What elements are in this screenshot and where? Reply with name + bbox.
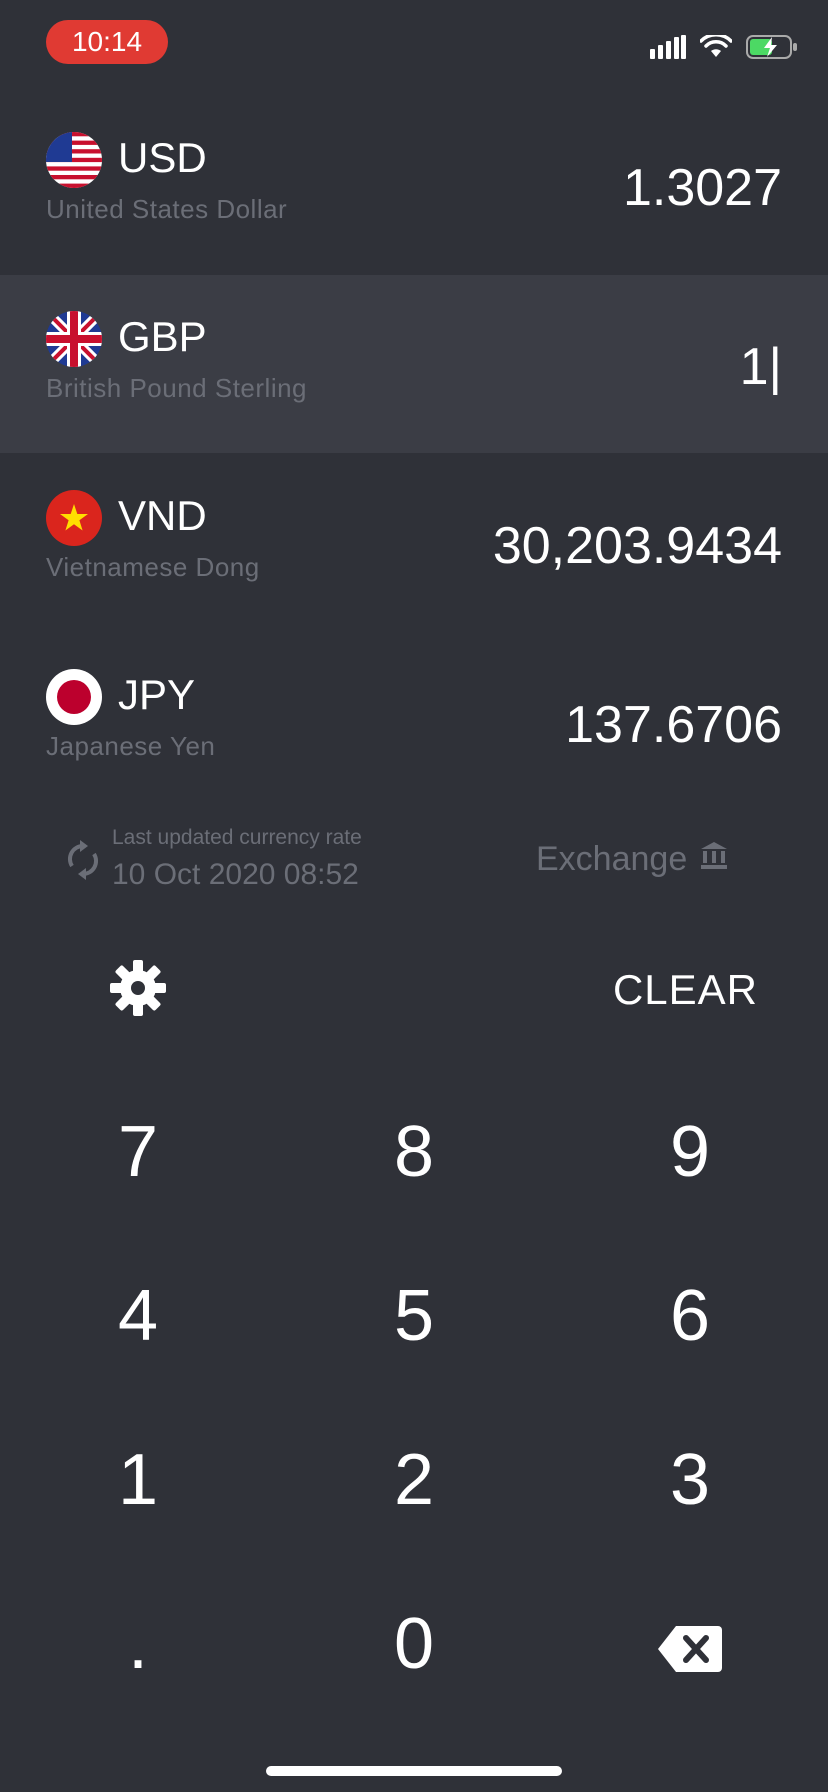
key-5[interactable]: 5 (276, 1234, 552, 1398)
key-decimal[interactable]: . (0, 1562, 276, 1726)
clear-button[interactable]: CLEAR (613, 966, 758, 1014)
currency-name: British Pound Sterling (46, 373, 308, 403)
key-9[interactable]: 9 (552, 1070, 828, 1234)
status-time: 10:14 (46, 20, 168, 64)
currency-row-jpy[interactable]: JPY Japanese Yen 137.6706 (0, 633, 828, 811)
currency-name: United States Dollar (46, 194, 288, 224)
currency-row-gbp[interactable]: GBP British Pound Sterling 1| (0, 275, 828, 453)
currency-value[interactable]: 1.3027 (623, 158, 782, 218)
keypad-toolbar: CLEAR (0, 940, 828, 1040)
vietnam-flag-icon (46, 490, 102, 546)
backspace-icon (658, 1604, 722, 1684)
home-indicator (266, 1766, 562, 1776)
last-updated-label: Last updated currency rate (112, 826, 362, 849)
currency-name: Vietnamese Dong (46, 552, 260, 582)
currency-row-vnd[interactable]: VND Vietnamese Dong 30,203.9434 (0, 454, 828, 632)
status-bar: 10:14 (0, 0, 828, 90)
wifi-icon (699, 33, 733, 64)
bank-icon (699, 840, 729, 879)
rate-info-bar: Last updated currency rate 10 Oct 2020 0… (0, 810, 828, 910)
gear-icon[interactable] (108, 958, 168, 1018)
battery-charging-icon (746, 34, 798, 65)
key-6[interactable]: 6 (552, 1234, 828, 1398)
cellular-signal-icon (650, 35, 686, 64)
key-7[interactable]: 7 (0, 1070, 276, 1234)
uk-flag-icon (46, 311, 102, 367)
currency-value-input[interactable]: 1| (740, 337, 782, 397)
currency-code: USD (118, 134, 207, 181)
us-flag-icon (46, 132, 102, 188)
key-3[interactable]: 3 (552, 1398, 828, 1562)
refresh-icon[interactable] (66, 840, 100, 885)
last-updated-date: 10 Oct 2020 08:52 (112, 858, 359, 891)
key-4[interactable]: 4 (0, 1234, 276, 1398)
japan-flag-icon (46, 669, 102, 725)
status-icons (650, 33, 798, 65)
key-8[interactable]: 8 (276, 1070, 552, 1234)
currency-code: JPY (118, 671, 196, 718)
currency-value[interactable]: 137.6706 (565, 695, 782, 755)
backspace-button[interactable] (552, 1562, 828, 1726)
currency-code: GBP (118, 313, 207, 360)
key-1[interactable]: 1 (0, 1398, 276, 1562)
currency-value[interactable]: 30,203.9434 (493, 516, 782, 576)
currency-name: Japanese Yen (46, 731, 216, 761)
currency-row-usd[interactable]: USD United States Dollar 1.3027 (0, 96, 828, 274)
exchange-label: Exchange (536, 840, 688, 878)
key-0[interactable]: 0 (276, 1562, 552, 1726)
key-2[interactable]: 2 (276, 1398, 552, 1562)
currency-code: VND (118, 492, 207, 539)
exchange-link[interactable]: Exchange (536, 840, 729, 879)
